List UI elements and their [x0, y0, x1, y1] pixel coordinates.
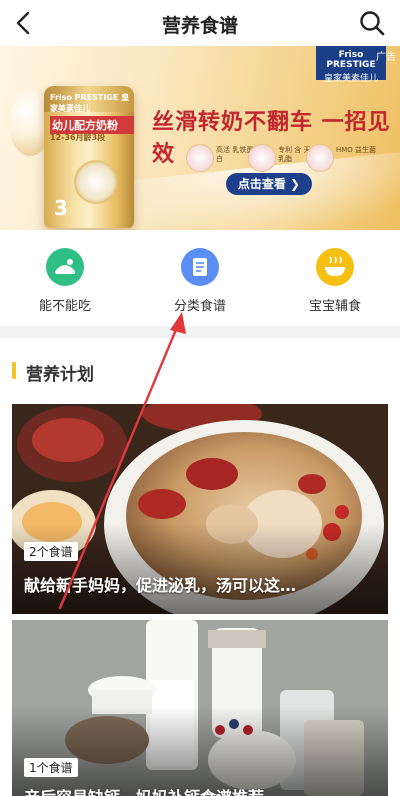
card-overlay — [12, 706, 388, 796]
recipe-count-badge: 2个食谱 — [24, 542, 78, 561]
can-stage-number: 3 — [54, 196, 68, 220]
feature-icon — [306, 144, 334, 172]
menu-label: 宝宝辅食 — [308, 299, 361, 314]
card-title: 献给新手妈妈，促进泌乳，汤可以这… — [24, 576, 297, 595]
bowl-check-icon — [46, 248, 84, 286]
card-title: 产后容易缺钙，妈妈补钙食谱推荐 — [24, 784, 378, 796]
top-nav-bar: 营养食谱 — [0, 0, 400, 46]
menu-item-baby-food[interactable]: 宝宝辅食 — [280, 248, 390, 314]
ad-banner[interactable]: Friso PRESTIGE 皇家美素佳儿 幼儿配方奶粉 12-36月龄3段 3… — [0, 46, 400, 230]
menu-item-recipe-categories[interactable]: 分类食谱 — [145, 248, 255, 314]
menu-label: 能不能吃 — [38, 299, 91, 314]
product-can-image: Friso PRESTIGE 皇家美素佳儿 幼儿配方奶粉 12-36月龄3段 3 — [44, 86, 134, 228]
recipe-book-icon — [181, 248, 219, 286]
brand-logo-line2: 皇家美素佳儿 — [323, 74, 378, 84]
page-title: 营养食谱 — [161, 15, 238, 37]
nutrition-plan-card[interactable]: 2个食谱 献给新手妈妈，促进泌乳，汤可以这… — [12, 404, 388, 614]
can-age-range: 12-36月龄3段 — [50, 133, 106, 142]
nutrition-plan-card[interactable]: 1个食谱 产后容易缺钙，妈妈补钙食谱推荐 — [12, 620, 388, 796]
card-overlay — [12, 524, 388, 614]
can-brand: Friso PRESTIGE 皇家美素佳儿 — [50, 93, 130, 113]
recipe-count-badge: 1个食谱 — [24, 758, 78, 777]
ad-tag: 广告 — [376, 52, 396, 63]
feature-icon — [248, 144, 276, 172]
section-title: 营养计划 — [26, 365, 94, 385]
feature-hmo: HMO 益生菌 — [306, 144, 378, 172]
menu-item-can-eat[interactable]: 能不能吃 — [10, 248, 120, 314]
menu-label: 分类食谱 — [173, 299, 226, 314]
can-seal — [74, 160, 118, 204]
search-icon[interactable] — [358, 9, 386, 37]
section-accent-bar — [12, 362, 16, 379]
view-now-button[interactable]: 点击查看 ❯ — [226, 173, 312, 195]
baby-bowl-icon — [316, 248, 354, 286]
section-divider — [0, 326, 400, 338]
feature-icon — [186, 144, 214, 172]
feature-text: HMO 益生菌 — [336, 146, 377, 154]
category-menu: 能不能吃 分类食谱 宝宝辅食 — [0, 230, 400, 326]
